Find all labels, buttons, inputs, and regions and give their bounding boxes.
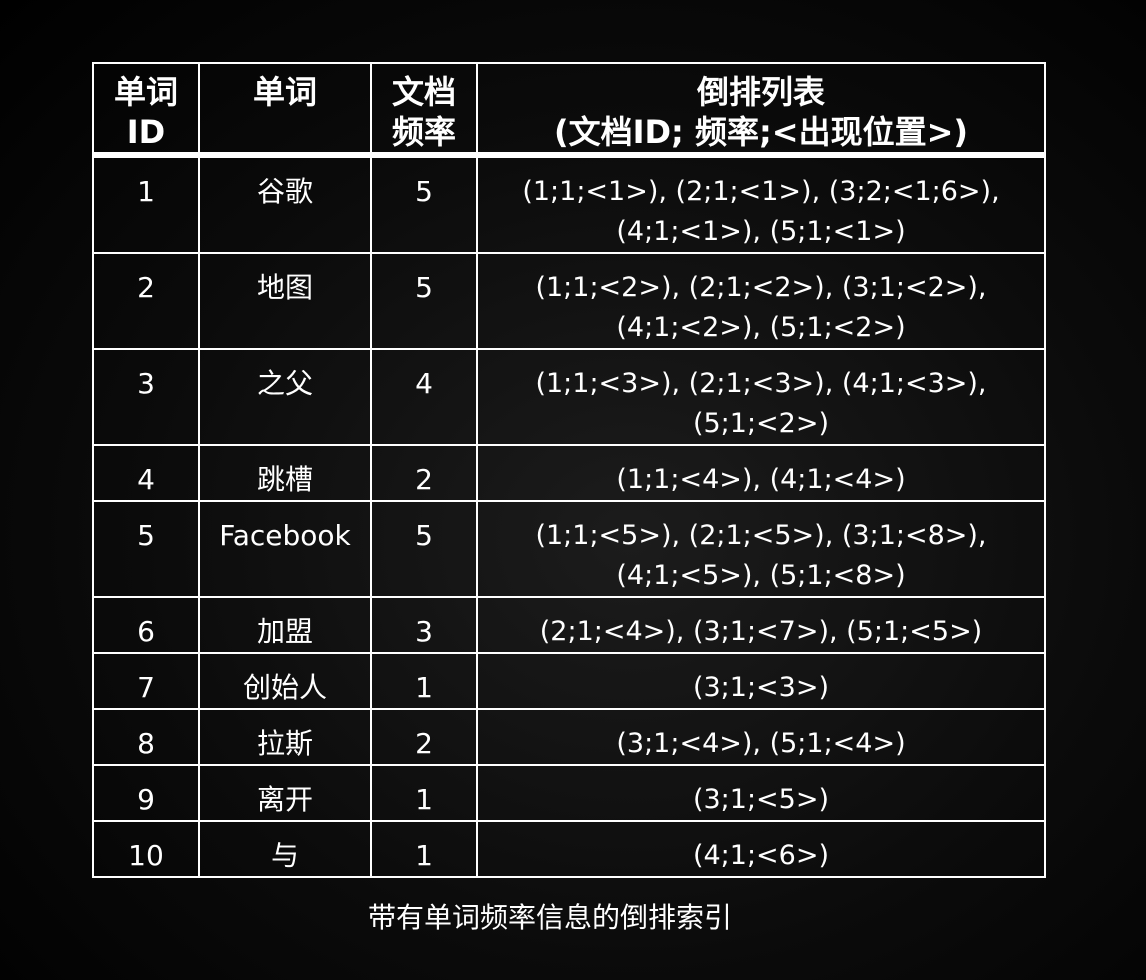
table-row: 2 地图 5 (1;1;<2>), (2;1;<2>), (3;1;<2>), … (92, 252, 1046, 350)
cell-doc-freq: 4 (370, 348, 478, 446)
cell-doc-freq: 5 (370, 252, 478, 350)
cell-doc-freq: 1 (370, 820, 478, 878)
table-row: 3 之父 4 (1;1;<3>), (2;1;<3>), (4;1;<3>), … (92, 348, 1046, 446)
cell-word: 拉斯 (198, 708, 372, 766)
cell-word-id: 5 (92, 500, 200, 598)
cell-postings: (1;1;<2>), (2;1;<2>), (3;1;<2>), (4;1;<2… (476, 252, 1046, 350)
cell-word-id: 1 (92, 154, 200, 254)
table-row: 6 加盟 3 (2;1;<4>), (3;1;<7>), (5;1;<5>) (92, 596, 1046, 654)
cell-word-id: 10 (92, 820, 200, 878)
table-row: 10 与 1 (4;1;<6>) (92, 820, 1046, 878)
table-row: 4 跳槽 2 (1;1;<4>), (4;1;<4>) (92, 444, 1046, 502)
cell-word: 加盟 (198, 596, 372, 654)
cell-doc-freq: 2 (370, 708, 478, 766)
cell-postings: (3;1;<5>) (476, 764, 1046, 822)
cell-doc-freq: 2 (370, 444, 478, 502)
cell-word: 之父 (198, 348, 372, 446)
cell-word: 与 (198, 820, 372, 878)
cell-word-id: 2 (92, 252, 200, 350)
cell-doc-freq: 5 (370, 500, 478, 598)
cell-doc-freq: 5 (370, 154, 478, 254)
cell-word: Facebook (198, 500, 372, 598)
table-row: 9 离开 1 (3;1;<5>) (92, 764, 1046, 822)
header-word-id: 单词 ID (92, 62, 200, 158)
table-row: 8 拉斯 2 (3;1;<4>), (5;1;<4>) (92, 708, 1046, 766)
table-row: 5 Facebook 5 (1;1;<5>), (2;1;<5>), (3;1;… (92, 500, 1046, 598)
cell-word: 地图 (198, 252, 372, 350)
cell-postings: (4;1;<6>) (476, 820, 1046, 878)
table-caption: 带有单词频率信息的倒排索引 (367, 901, 732, 934)
header-word: 单词 (198, 62, 372, 158)
cell-word-id: 6 (92, 596, 200, 654)
cell-postings: (1;1;<1>), (2;1;<1>), (3;2;<1;6>), (4;1;… (476, 154, 1046, 254)
cell-postings: (2;1;<4>), (3;1;<7>), (5;1;<5>) (476, 596, 1046, 654)
header-doc-freq: 文档 频率 (370, 62, 478, 158)
cell-doc-freq: 1 (370, 764, 478, 822)
cell-word: 谷歌 (198, 154, 372, 254)
table-row: 1 谷歌 5 (1;1;<1>), (2;1;<1>), (3;2;<1;6>)… (92, 154, 1046, 254)
cell-word: 离开 (198, 764, 372, 822)
cell-doc-freq: 1 (370, 652, 478, 710)
cell-word-id: 9 (92, 764, 200, 822)
inverted-index-table: 单词 ID 单词 文档 频率 倒排列表 (文档ID; 频率;<出现位置>) 1 … (92, 62, 1046, 878)
cell-postings: (3;1;<3>) (476, 652, 1046, 710)
header-postings: 倒排列表 (文档ID; 频率;<出现位置>) (476, 62, 1046, 158)
table-row: 7 创始人 1 (3;1;<3>) (92, 652, 1046, 710)
table-header-row: 单词 ID 单词 文档 频率 倒排列表 (文档ID; 频率;<出现位置>) (92, 62, 1046, 158)
cell-postings: (1;1;<5>), (2;1;<5>), (3;1;<8>), (4;1;<5… (476, 500, 1046, 598)
cell-word-id: 4 (92, 444, 200, 502)
cell-postings: (1;1;<3>), (2;1;<3>), (4;1;<3>), (5;1;<2… (476, 348, 1046, 446)
cell-postings: (3;1;<4>), (5;1;<4>) (476, 708, 1046, 766)
cell-word-id: 8 (92, 708, 200, 766)
cell-word-id: 3 (92, 348, 200, 446)
inverted-index-table-wrapper: 单词 ID 单词 文档 频率 倒排列表 (文档ID; 频率;<出现位置>) 1 … (92, 62, 1046, 878)
cell-doc-freq: 3 (370, 596, 478, 654)
cell-word: 跳槽 (198, 444, 372, 502)
cell-postings: (1;1;<4>), (4;1;<4>) (476, 444, 1046, 502)
cell-word-id: 7 (92, 652, 200, 710)
cell-word: 创始人 (198, 652, 372, 710)
